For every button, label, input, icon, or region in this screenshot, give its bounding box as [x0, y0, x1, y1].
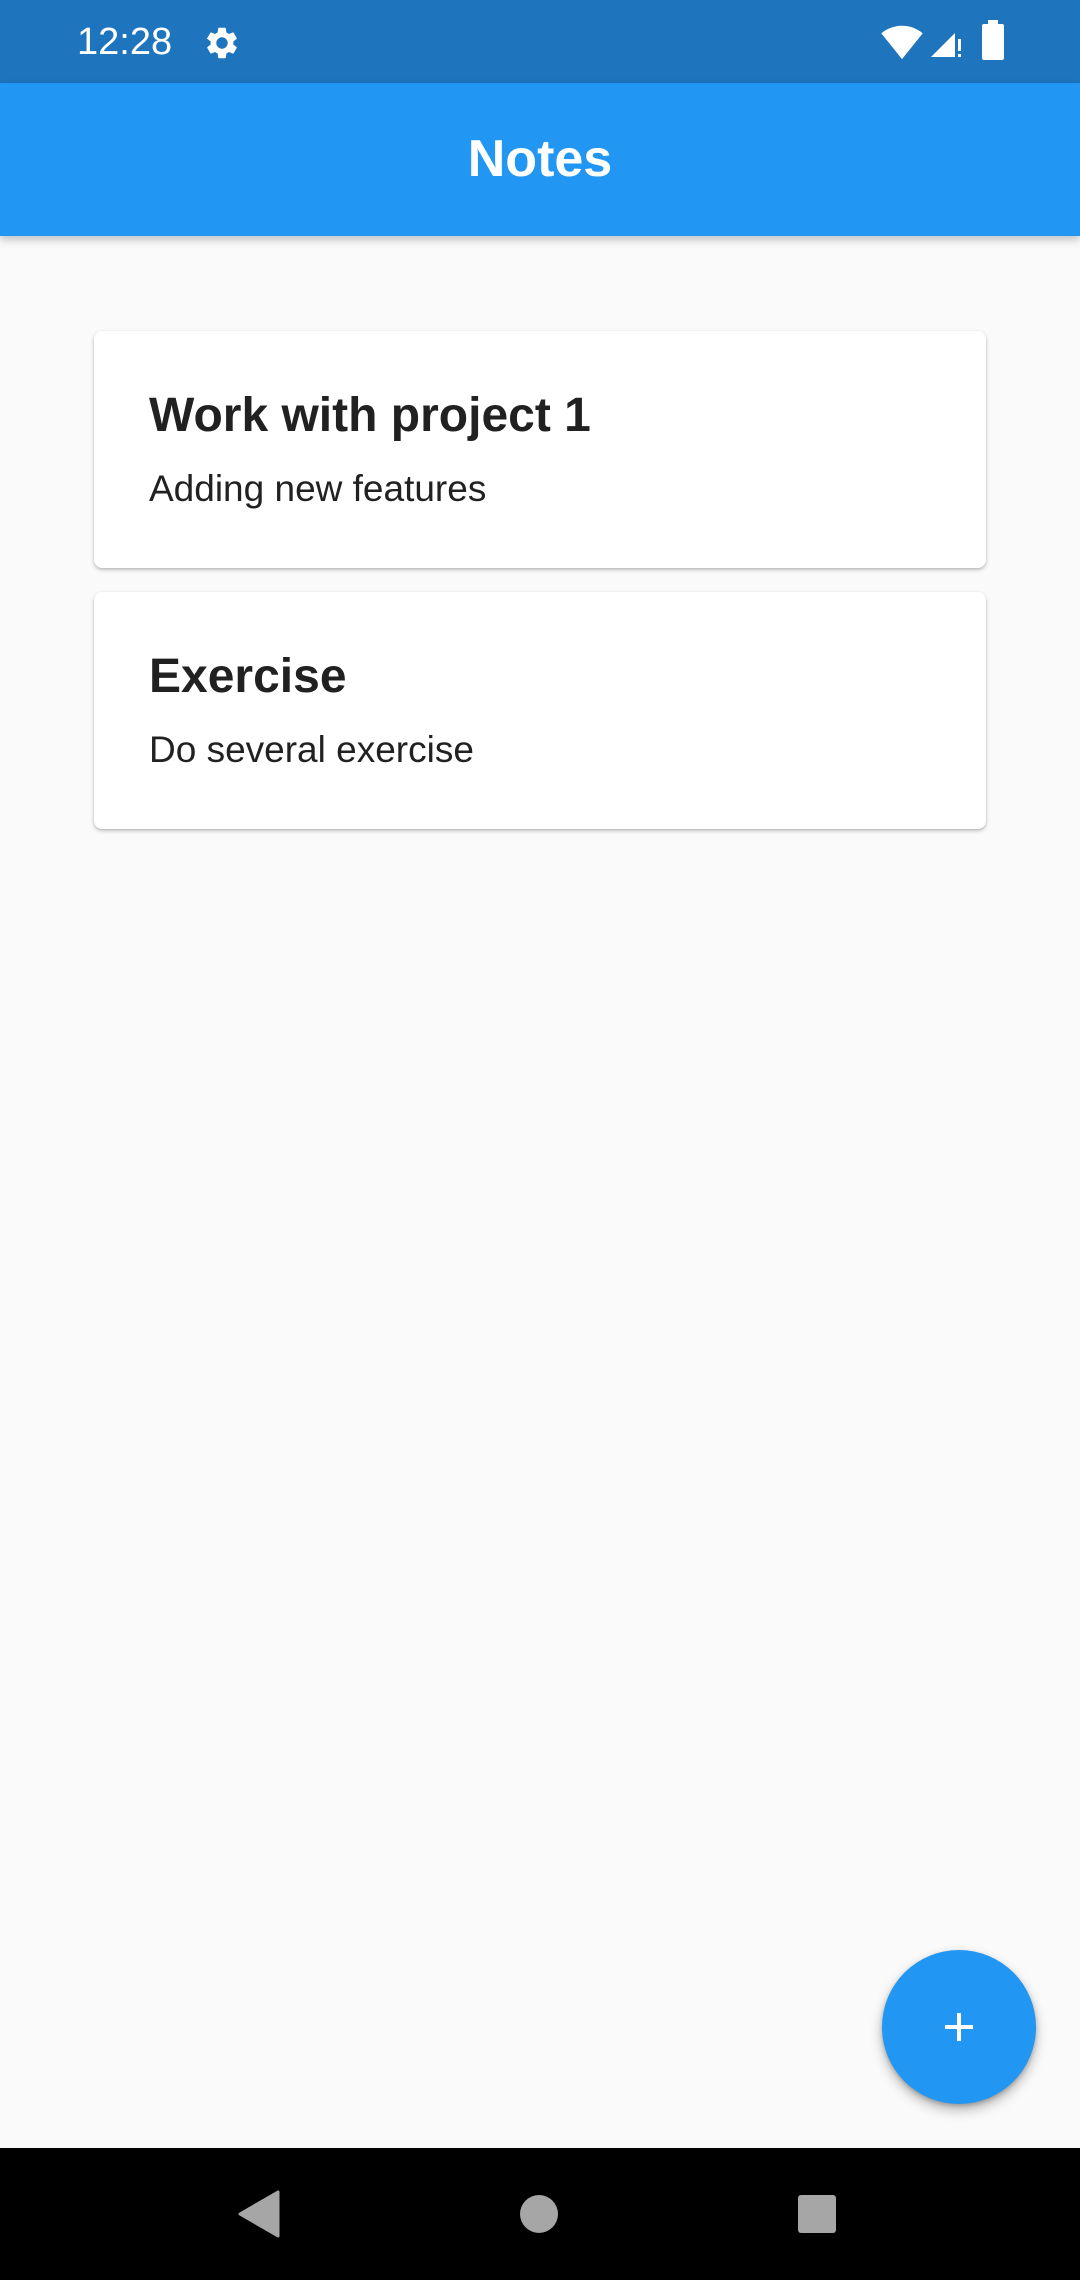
page-title: Notes: [467, 130, 613, 188]
notes-list: Work with project 1 Adding new features …: [94, 331, 986, 853]
back-icon[interactable]: [238, 2190, 280, 2238]
note-description: Adding new features: [149, 468, 487, 509]
gear-icon: [206, 27, 237, 59]
plus-icon: [945, 2013, 973, 2041]
note-title: Exercise: [149, 650, 347, 703]
notes-screen: 12:28 Notes Work with project 1 Adding n…: [0, 0, 1080, 2280]
status-time: 12:28: [77, 21, 173, 63]
battery-icon: [982, 20, 1004, 60]
app-bar: Notes: [0, 83, 1080, 236]
status-bar: 12:28: [0, 0, 1080, 83]
home-icon[interactable]: [519, 2194, 559, 2234]
navigation-bar: [0, 2148, 1080, 2280]
recents-icon[interactable]: [797, 2194, 837, 2234]
note-title: Work with project 1: [149, 389, 591, 442]
note-card[interactable]: Exercise Do several exercise: [94, 592, 986, 829]
note-card[interactable]: Work with project 1 Adding new features: [94, 331, 986, 568]
signal-icon: [931, 33, 961, 57]
note-description: Do several exercise: [149, 729, 474, 770]
add-note-button[interactable]: [882, 1950, 1036, 2104]
wifi-icon: [881, 25, 923, 60]
